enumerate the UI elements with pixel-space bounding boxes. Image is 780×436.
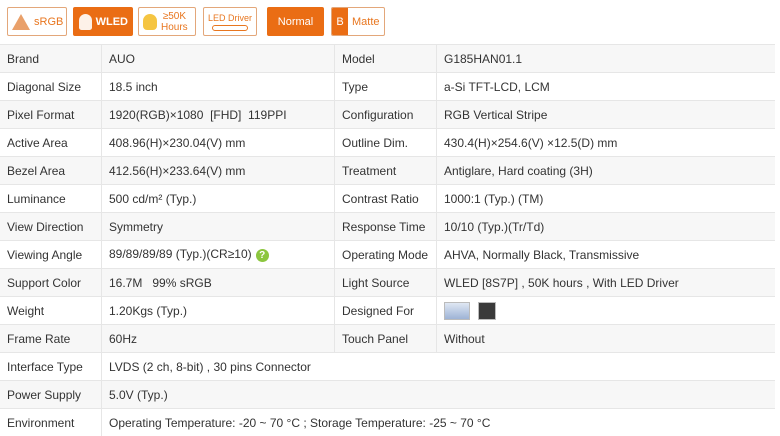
matte-label: Matte xyxy=(348,16,384,28)
spec-key: Type xyxy=(335,73,437,101)
matte-icon: B xyxy=(332,8,348,35)
spec-value: 1.20Kgs (Typ.) xyxy=(102,297,335,325)
spec-value: 1000:1 (Typ.) (TM) xyxy=(437,185,776,213)
table-row: Environment Operating Temperature: -20 ~… xyxy=(0,409,775,436)
monitor-application-icon[interactable] xyxy=(444,302,470,320)
spec-value: LVDS (2 ch, 8-bit) , 30 pins Connector xyxy=(102,353,776,381)
spec-key: Diagonal Size xyxy=(0,73,102,101)
spec-value-cell: 89/89/89/89 (Typ.)(CR≥10)? xyxy=(102,241,335,269)
spec-value: 60Hz xyxy=(102,325,335,353)
spec-value: RGB Vertical Stripe xyxy=(437,101,776,129)
table-row: Weight 1.20Kgs (Typ.) Designed For xyxy=(0,297,775,325)
table-row: Bezel Area 412.56(H)×233.64(V) mm Treatm… xyxy=(0,157,775,185)
led-driver-badge[interactable]: LED Driver xyxy=(203,7,257,36)
display-application-icon[interactable] xyxy=(478,302,496,320)
spec-key: Light Source xyxy=(335,269,437,297)
lifetime-value: ≥50K xyxy=(163,11,186,22)
spec-value: 430.4(H)×254.6(V) ×12.5(D) mm xyxy=(437,129,776,157)
spec-key: Pixel Format xyxy=(0,101,102,129)
spec-key: Support Color xyxy=(0,269,102,297)
spec-value: Without xyxy=(437,325,776,353)
spec-value: AHVA, Normally Black, Transmissive xyxy=(437,241,776,269)
spec-key: Touch Panel xyxy=(335,325,437,353)
spec-value: AUO xyxy=(102,45,335,73)
bulb-icon xyxy=(143,14,157,30)
feature-badges: sRGB WLED ≥50K Hours LED Driver Normal B… xyxy=(0,0,780,44)
spec-value: WLED [8S7P] , 50K hours , With LED Drive… xyxy=(437,269,776,297)
spec-key: Operating Mode xyxy=(335,241,437,269)
color-gamut-icon xyxy=(12,14,30,30)
designed-for-cell xyxy=(437,297,776,325)
driver-icon xyxy=(212,25,248,31)
normal-badge[interactable]: Normal xyxy=(267,7,324,36)
lifetime-unit: Hours xyxy=(161,22,188,33)
lifetime-label: ≥50K Hours xyxy=(157,11,192,33)
spec-key: Bezel Area xyxy=(0,157,102,185)
wled-label: WLED xyxy=(92,16,132,28)
spec-value: Antiglare, Hard coating (3H) xyxy=(437,157,776,185)
spec-value: 412.56(H)×233.64(V) mm xyxy=(102,157,335,185)
table-row: Power Supply 5.0V (Typ.) xyxy=(0,381,775,409)
spec-key: Interface Type xyxy=(0,353,102,381)
srgb-badge[interactable]: sRGB xyxy=(7,7,67,36)
spec-key: Designed For xyxy=(335,297,437,325)
spec-value: Symmetry xyxy=(102,213,335,241)
spec-value: 408.96(H)×230.04(V) mm xyxy=(102,129,335,157)
spec-key: Contrast Ratio xyxy=(335,185,437,213)
lifetime-badge[interactable]: ≥50K Hours xyxy=(138,7,196,36)
wled-badge[interactable]: WLED xyxy=(73,7,133,36)
srgb-label: sRGB xyxy=(30,16,67,28)
led-icon xyxy=(79,14,92,30)
table-row: Frame Rate 60Hz Touch Panel Without xyxy=(0,325,775,353)
spec-key: Treatment xyxy=(335,157,437,185)
spec-value: 10/10 (Typ.)(Tr/Td) xyxy=(437,213,776,241)
spec-table: Brand AUO Model G185HAN01.1 Diagonal Siz… xyxy=(0,44,775,436)
table-row: Viewing Angle 89/89/89/89 (Typ.)(CR≥10)?… xyxy=(0,241,775,269)
spec-key: Weight xyxy=(0,297,102,325)
led-driver-label: LED Driver xyxy=(208,13,252,23)
normal-label: Normal xyxy=(274,16,317,28)
spec-key: Model xyxy=(335,45,437,73)
table-row: Brand AUO Model G185HAN01.1 xyxy=(0,45,775,73)
table-row: Luminance 500 cd/m² (Typ.) Contrast Rati… xyxy=(0,185,775,213)
spec-key: Environment xyxy=(0,409,102,436)
spec-value: 89/89/89/89 (Typ.)(CR≥10) xyxy=(109,247,252,261)
table-row: View Direction Symmetry Response Time 10… xyxy=(0,213,775,241)
table-row: Support Color 16.7M 99% sRGB Light Sourc… xyxy=(0,269,775,297)
spec-key: Frame Rate xyxy=(0,325,102,353)
spec-key: Viewing Angle xyxy=(0,241,102,269)
spec-key: Response Time xyxy=(335,213,437,241)
spec-key: Outline Dim. xyxy=(335,129,437,157)
spec-value: 500 cd/m² (Typ.) xyxy=(102,185,335,213)
spec-key: Brand xyxy=(0,45,102,73)
spec-key: Power Supply xyxy=(0,381,102,409)
spec-value: G185HAN01.1 xyxy=(437,45,776,73)
spec-key: Active Area xyxy=(0,129,102,157)
spec-value: Operating Temperature: -20 ~ 70 °C ; Sto… xyxy=(102,409,776,436)
matte-badge[interactable]: B Matte xyxy=(331,7,385,36)
spec-value: a-Si TFT-LCD, LCM xyxy=(437,73,776,101)
table-row: Interface Type LVDS (2 ch, 8-bit) , 30 p… xyxy=(0,353,775,381)
spec-key: Configuration xyxy=(335,101,437,129)
spec-key: Luminance xyxy=(0,185,102,213)
spec-value: 18.5 inch xyxy=(102,73,335,101)
spec-value: 5.0V (Typ.) xyxy=(102,381,776,409)
spec-value: 1920(RGB)×1080 [FHD] 119PPI xyxy=(102,101,335,129)
help-icon[interactable]: ? xyxy=(256,249,269,262)
table-row: Pixel Format 1920(RGB)×1080 [FHD] 119PPI… xyxy=(0,101,775,129)
spec-value: 16.7M 99% sRGB xyxy=(102,269,335,297)
table-row: Active Area 408.96(H)×230.04(V) mm Outli… xyxy=(0,129,775,157)
spec-key: View Direction xyxy=(0,213,102,241)
table-row: Diagonal Size 18.5 inch Type a-Si TFT-LC… xyxy=(0,73,775,101)
